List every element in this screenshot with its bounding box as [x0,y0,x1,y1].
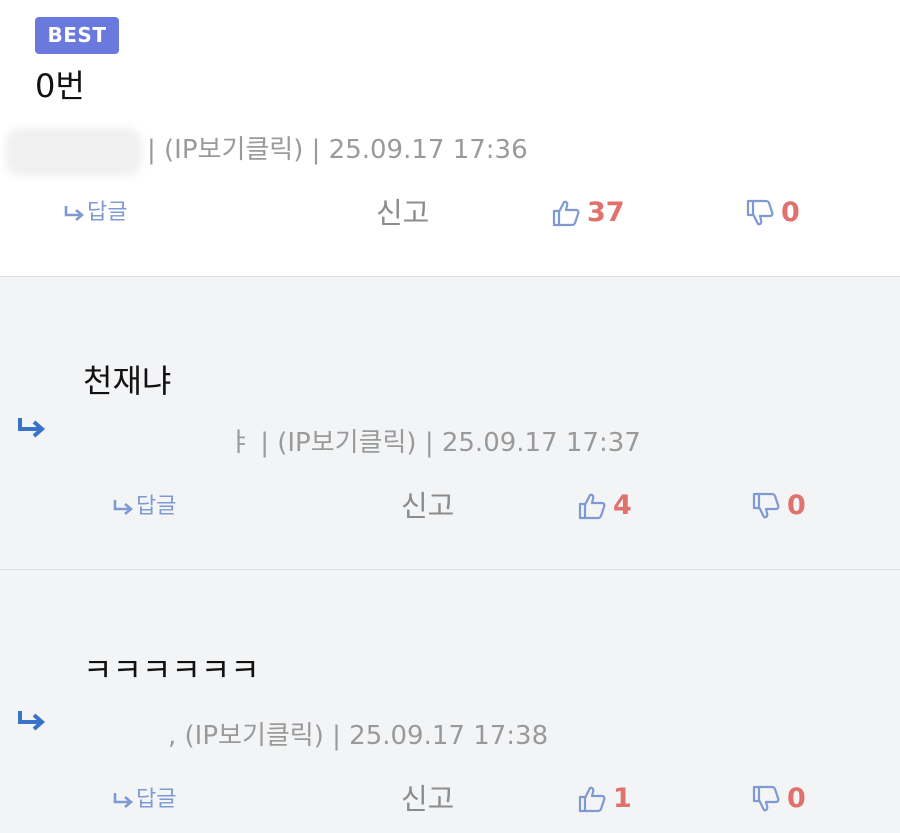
author-name[interactable]: , [168,721,176,751]
reply-label: 답글 [87,200,128,225]
comment-date: 25.09.17 17:38 [349,721,549,751]
author-name[interactable]: ㅑ [228,428,252,458]
ip-view-link[interactable]: (IP보기클릭) [164,135,303,165]
dislike-button[interactable]: 0 [751,488,806,524]
comment-date: 25.09.17 17:36 [328,135,528,165]
reply-small-icon [113,793,134,808]
reply-small-icon [113,500,134,515]
comment-text: 천재냐 [83,362,172,400]
dislike-count: 0 [787,490,806,521]
reply-small-icon [64,206,85,221]
like-button[interactable]: 4 [577,488,632,524]
dislike-button[interactable]: 0 [745,195,800,231]
like-count: 1 [613,783,632,814]
ip-view-link[interactable]: (IP보기클릭) [277,428,416,458]
reply-arrow-icon [18,418,46,438]
report-button[interactable]: 신고 [401,488,454,524]
thumbs-up-icon [578,786,606,813]
reply-button[interactable]: 답글 [112,785,176,815]
comment-meta: | (IP보기클릭) | 25.09.17 17:36 [147,134,528,166]
comment-reply: ㅋㅋㅋㅋㅋㅋ , (IP보기클릭) | 25.09.17 17:38 답글 신고… [0,570,900,833]
reply-arrow-icon [18,711,46,731]
comment-date: 25.09.17 17:37 [441,428,641,458]
report-button[interactable]: 신고 [376,195,429,231]
dislike-count: 0 [787,783,806,814]
thumbs-up-icon [578,493,606,520]
comment-meta: , (IP보기클릭) | 25.09.17 17:38 [168,720,548,752]
thumbs-up-icon [552,200,580,227]
dislike-button[interactable]: 0 [751,781,806,817]
thumbs-down-icon [752,492,780,519]
comment-best: BEST 0번 | (IP보기클릭) | 25.09.17 17:36 답글 신… [0,0,900,277]
reply-button[interactable]: 답글 [63,198,127,228]
comment-meta: ㅑ | (IP보기클릭) | 25.09.17 17:37 [228,427,641,459]
thumbs-down-icon [746,199,774,226]
comment-text: 0번 [35,67,85,105]
comment-reply: 천재냐 ㅑ | (IP보기클릭) | 25.09.17 17:37 답글 신고 … [0,277,900,570]
report-button[interactable]: 신고 [401,781,454,817]
like-count: 4 [613,490,632,521]
separator: | [260,428,269,458]
thumbs-down-icon [752,785,780,812]
reply-label: 답글 [136,494,177,519]
comment-text: ㅋㅋㅋㅋㅋㅋ [83,651,260,689]
dislike-count: 0 [781,197,800,228]
separator: | [424,428,434,458]
best-badge: BEST [35,17,119,54]
like-count: 37 [587,197,625,228]
author-name-redacted [6,128,142,176]
like-button[interactable]: 37 [551,195,625,231]
separator: | [147,135,156,165]
reply-label: 답글 [136,787,177,812]
separator: | [332,721,341,751]
like-button[interactable]: 1 [577,781,632,817]
reply-button[interactable]: 답글 [112,492,176,522]
separator: | [311,135,321,165]
ip-view-link[interactable]: (IP보기클릭) [185,721,324,751]
